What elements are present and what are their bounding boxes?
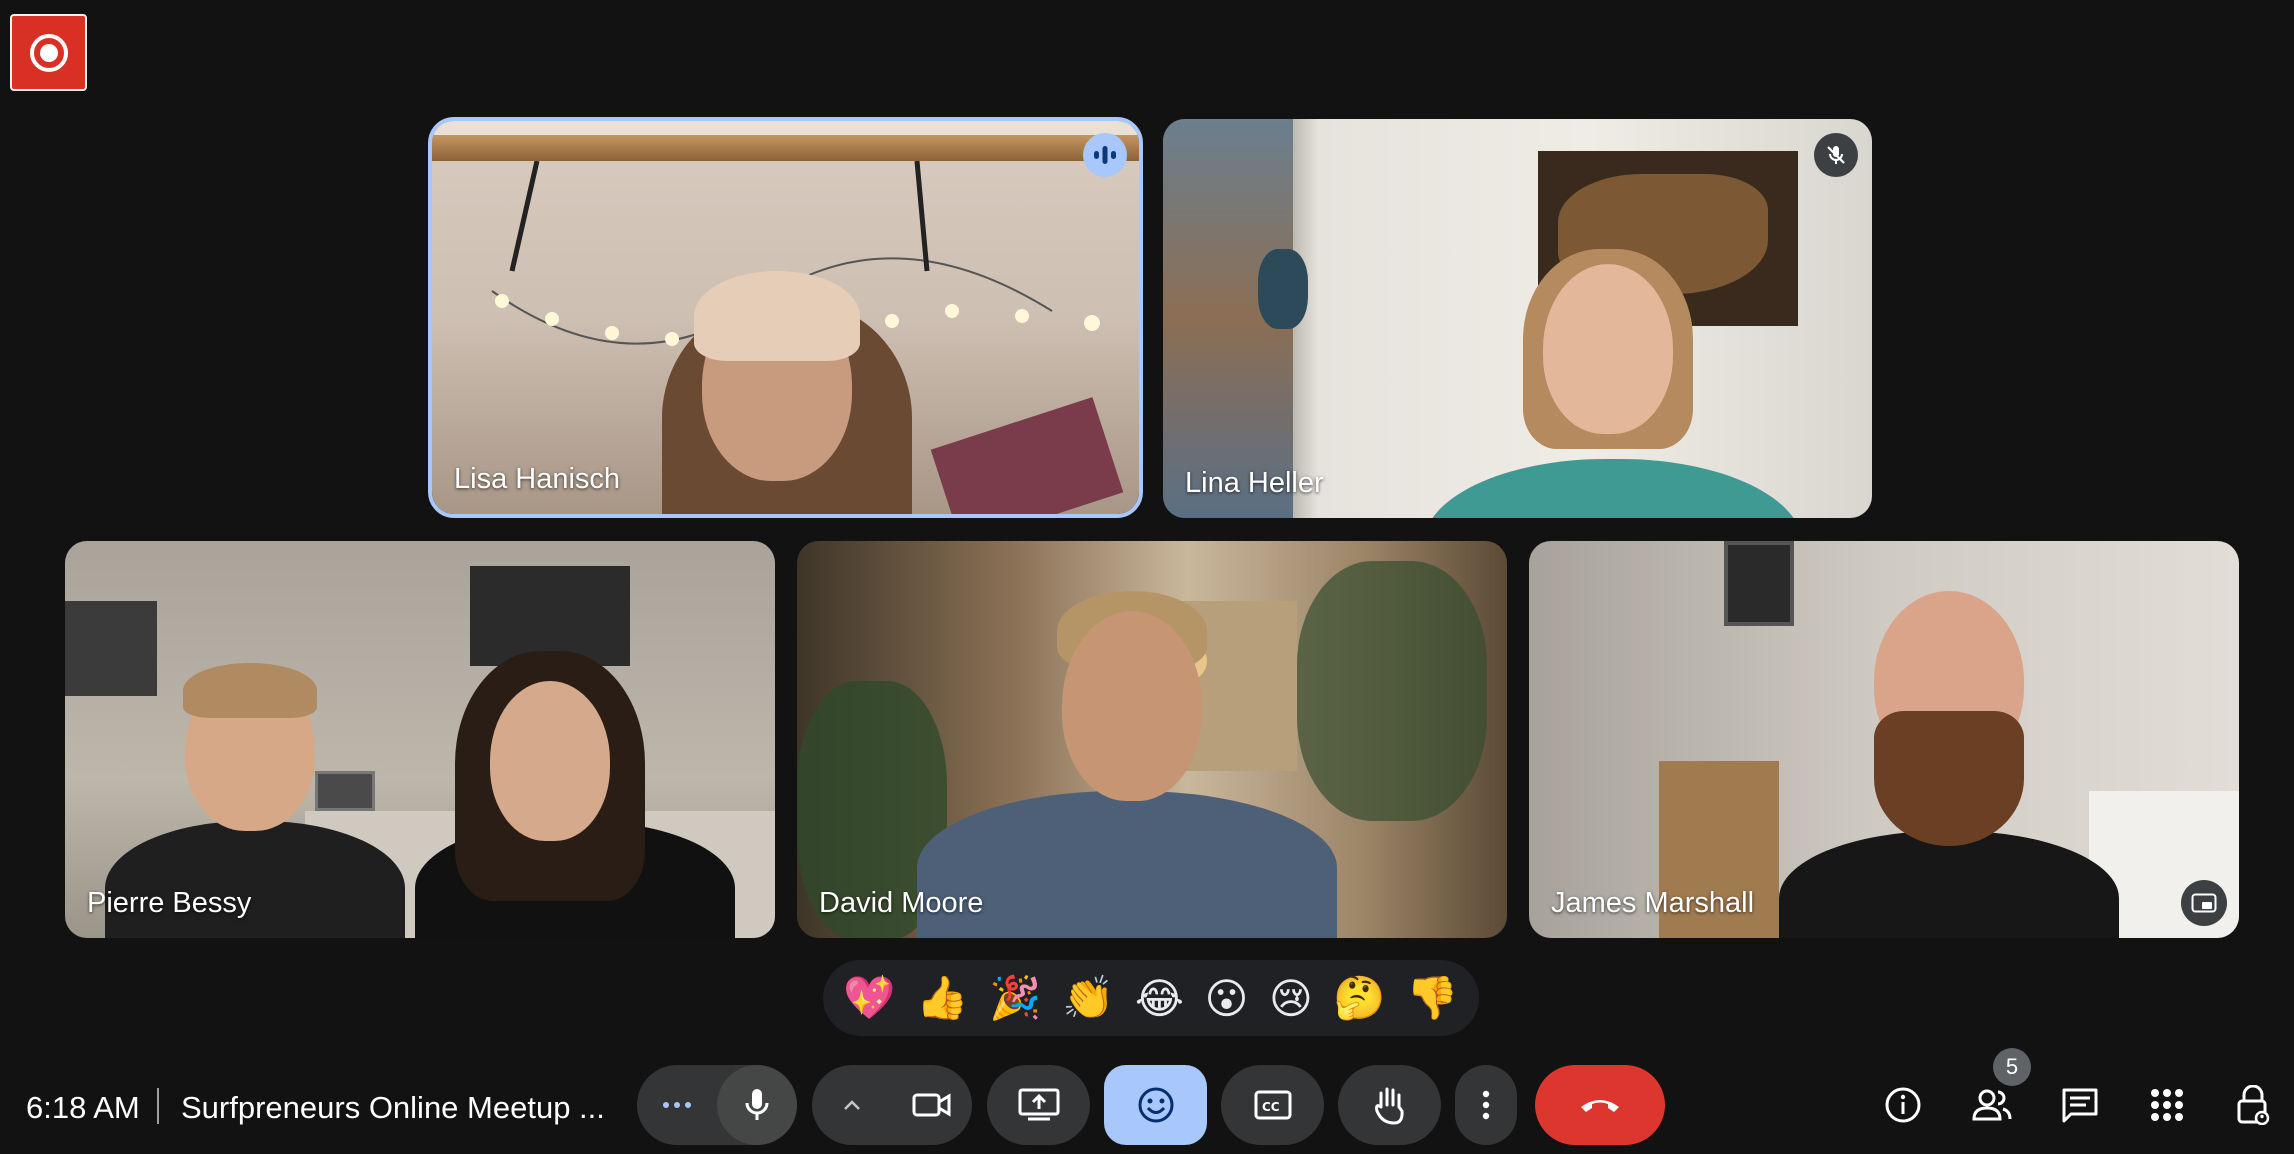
microphone-icon xyxy=(745,1089,769,1120)
reaction-joy[interactable]: 😂 xyxy=(1135,974,1184,1023)
participant-name: David Moore xyxy=(819,887,984,919)
video-feed xyxy=(1163,119,1872,518)
meeting-details-button[interactable] xyxy=(1878,1080,1928,1130)
chat-button[interactable] xyxy=(2055,1080,2105,1130)
leave-call-button[interactable] xyxy=(1535,1065,1665,1145)
activities-button[interactable] xyxy=(2142,1080,2192,1130)
microphone-off-icon xyxy=(1827,146,1845,164)
audio-options-button[interactable] xyxy=(637,1065,717,1145)
chat-icon xyxy=(2062,1088,2098,1123)
camera-icon xyxy=(912,1093,951,1117)
participant-tile-lisa-hanisch[interactable]: Lisa Hanisch xyxy=(428,117,1143,518)
captions-icon: CC xyxy=(1254,1090,1291,1120)
reaction-thinking[interactable]: 🤔 xyxy=(1333,973,1385,1023)
reactions-bar: 💖 👍 🎉 👏 😂 😮 😢 🤔 👎 xyxy=(823,960,1479,1036)
apps-icon xyxy=(2151,1089,2183,1121)
more-options-icon xyxy=(663,1102,691,1108)
reaction-party-popper[interactable]: 🎉 xyxy=(989,973,1041,1023)
participant-count-badge: 5 xyxy=(1993,1048,2031,1086)
participant-tile-david-moore[interactable]: David Moore xyxy=(797,541,1507,938)
present-screen-icon xyxy=(1018,1088,1059,1121)
people-icon xyxy=(1972,1089,2012,1121)
present-button[interactable] xyxy=(987,1065,1090,1145)
record-icon xyxy=(29,33,68,72)
participant-tile-james-marshall[interactable]: James Marshall xyxy=(1529,541,2239,938)
video-feed xyxy=(65,541,775,938)
end-call-icon xyxy=(1581,1100,1619,1112)
bottom-toolbar: 6:18 AM Surfpreneurs Online Meetup ... C… xyxy=(0,1060,2294,1154)
host-controls-button[interactable] xyxy=(2228,1080,2278,1130)
participant-name: Lisa Hanisch xyxy=(454,463,621,495)
pip-indicator[interactable] xyxy=(2181,880,2227,926)
video-feed xyxy=(1529,541,2239,938)
participant-name: Lina Heller xyxy=(1185,467,1324,499)
video-control-group xyxy=(812,1065,972,1145)
participant-tile-pierre-bessy[interactable]: Pierre Bessy xyxy=(65,541,775,938)
audio-control-group xyxy=(637,1065,797,1145)
emoji-icon xyxy=(1138,1087,1173,1123)
more-options-button[interactable] xyxy=(1455,1065,1517,1145)
participant-tile-lina-heller[interactable]: Lina Heller xyxy=(1163,119,1872,518)
raise-hand-icon xyxy=(1374,1087,1404,1125)
camera-button[interactable] xyxy=(892,1065,972,1145)
people-button[interactable] xyxy=(1965,1080,2019,1130)
video-options-button[interactable] xyxy=(812,1065,892,1145)
reaction-thumbs-up[interactable]: 👍 xyxy=(916,973,968,1023)
microphone-button[interactable] xyxy=(717,1065,797,1145)
svg-text:CC: CC xyxy=(1262,1100,1280,1114)
picture-in-picture-icon xyxy=(2191,893,2217,913)
kebab-menu-icon xyxy=(1482,1090,1490,1120)
reaction-sparkling-heart[interactable]: 💖 xyxy=(843,973,895,1023)
divider xyxy=(157,1088,159,1124)
participant-name: James Marshall xyxy=(1551,887,1755,919)
reaction-clapping[interactable]: 👏 xyxy=(1062,973,1114,1023)
reaction-thumbs-down[interactable]: 👎 xyxy=(1406,973,1458,1023)
muted-indicator xyxy=(1814,133,1858,177)
reactions-button[interactable] xyxy=(1104,1065,1207,1145)
meeting-title[interactable]: Surfpreneurs Online Meetup ... xyxy=(181,1090,605,1126)
reaction-surprised[interactable]: 😮 xyxy=(1205,974,1249,1023)
info-icon xyxy=(1885,1087,1921,1123)
speaking-indicator xyxy=(1083,133,1127,177)
video-feed xyxy=(797,541,1507,938)
host-controls-icon xyxy=(2237,1085,2270,1125)
raise-hand-button[interactable] xyxy=(1338,1065,1441,1145)
meeting-time: 6:18 AM xyxy=(26,1090,140,1125)
video-feed xyxy=(432,121,1139,514)
audio-wave-icon xyxy=(1094,146,1116,164)
reaction-crying[interactable]: 😢 xyxy=(1269,974,1313,1023)
chevron-up-icon xyxy=(844,1100,860,1110)
participant-name: Pierre Bessy xyxy=(87,887,252,919)
recording-button[interactable] xyxy=(10,14,87,91)
captions-button[interactable]: CC xyxy=(1221,1065,1324,1145)
